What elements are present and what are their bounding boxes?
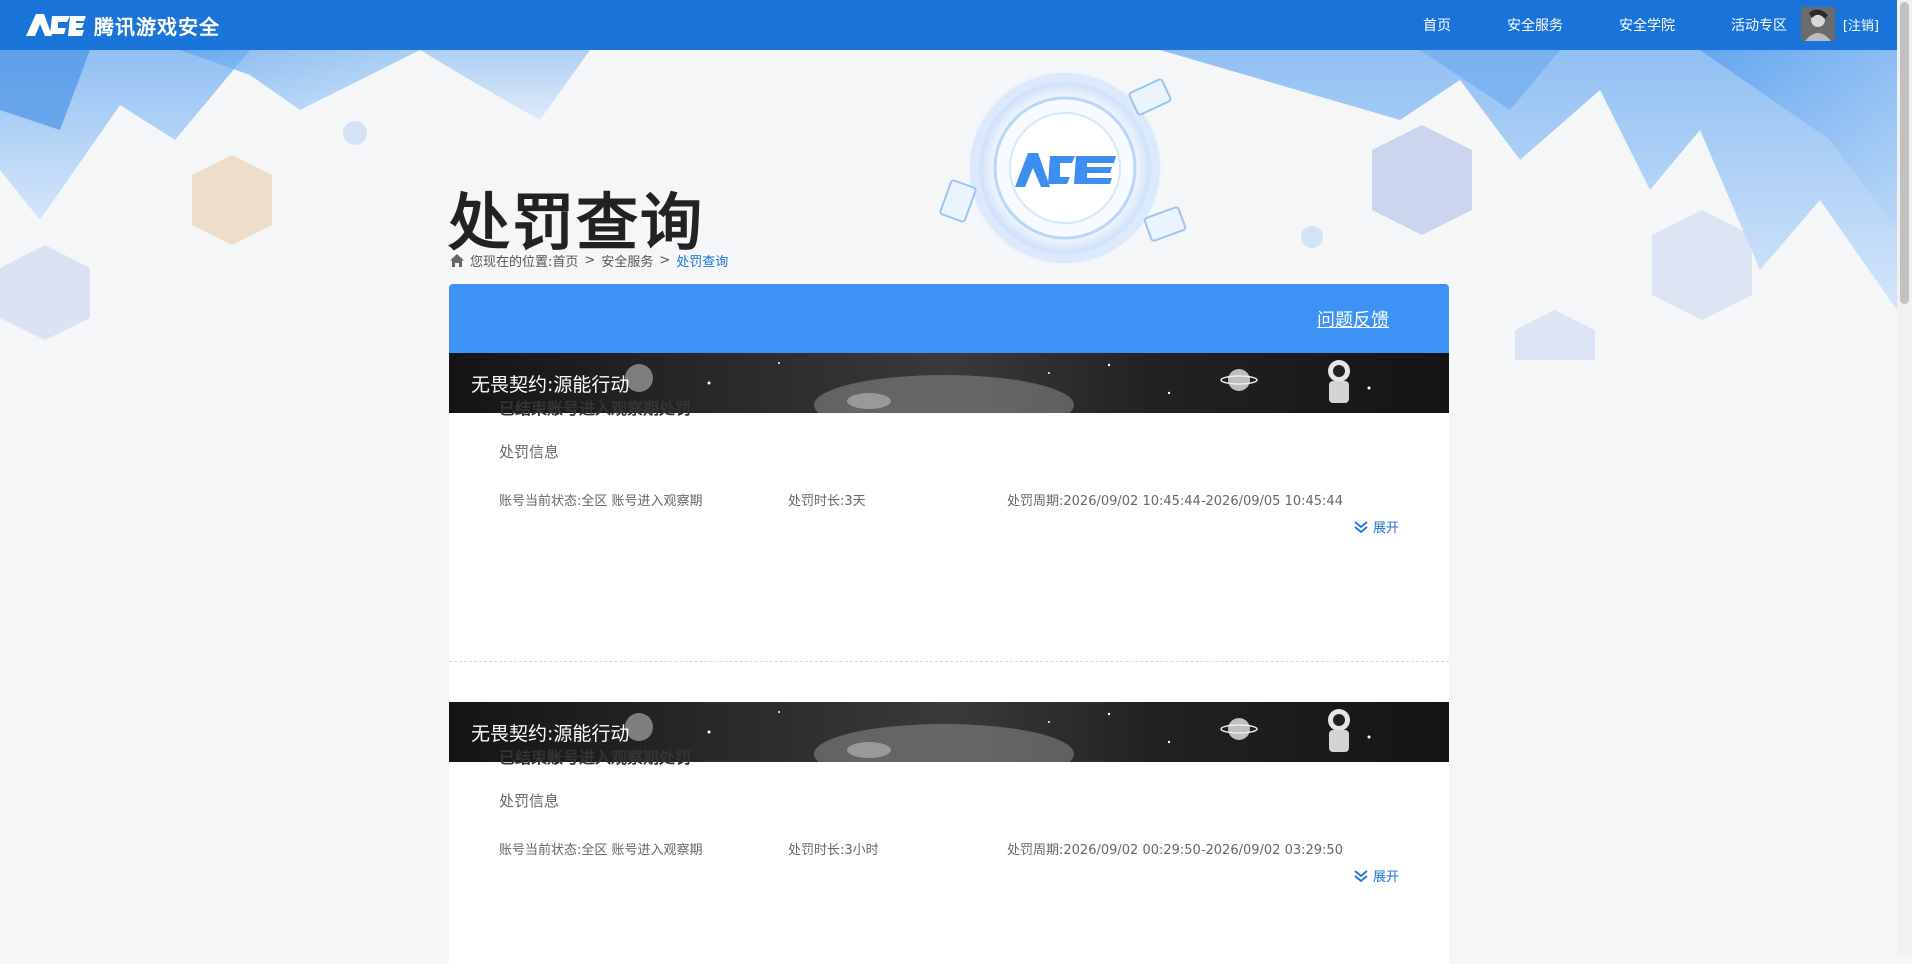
main-nav: 首页 安全服务 安全学院 活动专区 — [1367, 0, 1787, 50]
game-name: 无畏契约:源能行动 — [471, 374, 630, 396]
feedback-link[interactable]: 问题反馈 — [1317, 306, 1389, 332]
scrollbar-thumb[interactable] — [1900, 2, 1909, 304]
penalty-panel: 问题反馈 无畏契约:源能行动 已结束账号进入观察期处罚 处罚信息 账号当前状态:… — [449, 284, 1449, 964]
game-name: 无畏契约:源能行动 — [471, 723, 630, 745]
nav-security-service[interactable]: 安全服务 — [1507, 15, 1563, 35]
top-navbar: 腾讯游戏安全 首页 安全服务 安全学院 活动专区 [注销] — [0, 0, 1897, 50]
expand-button[interactable]: 展开 — [1353, 517, 1399, 536]
record-status: 账号当前状态:全区 账号进入观察期 — [499, 494, 703, 509]
home-icon — [450, 254, 464, 267]
record-title: 已结束账号进入观察期处罚 — [499, 399, 692, 418]
expand-button[interactable]: 展开 — [1353, 866, 1399, 885]
breadcrumb-prefix: 您现在的位置: — [470, 255, 553, 270]
panel-header: 问题反馈 — [449, 284, 1449, 353]
breadcrumb-current: 处罚查询 — [676, 255, 729, 270]
chevron-double-down-icon — [1354, 869, 1368, 882]
record-status: 账号当前状态:全区 账号进入观察期 — [499, 843, 703, 858]
brand-name: 腾讯游戏安全 — [94, 14, 220, 39]
avatar[interactable] — [1800, 7, 1835, 41]
nav-home[interactable]: 首页 — [1423, 15, 1451, 35]
breadcrumb-separator: > — [659, 253, 671, 268]
record-subtitle: 处罚信息 — [499, 792, 560, 810]
nav-events[interactable]: 活动专区 — [1731, 15, 1787, 35]
penalty-record: 无畏契约:源能行动 已结束账号进入观察期处罚 处罚信息 账号当前状态:全区 账号… — [449, 353, 1449, 662]
record-spacer — [449, 662, 1449, 702]
site-logo[interactable]: 腾讯游戏安全 — [24, 10, 220, 40]
nav-security-academy[interactable]: 安全学院 — [1619, 15, 1675, 35]
record-duration: 处罚时长:3小时 — [788, 843, 879, 858]
page-scrollbar[interactable] — [1897, 0, 1912, 956]
breadcrumb-separator: > — [584, 253, 596, 268]
record-subtitle: 处罚信息 — [499, 443, 560, 461]
record-duration: 处罚时长:3天 — [788, 494, 866, 509]
breadcrumb-security-service[interactable]: 安全服务 — [601, 251, 653, 270]
record-period: 处罚周期:2026/09/02 10:45:44-2026/09/05 10:4… — [1007, 494, 1343, 509]
expand-label: 展开 — [1372, 870, 1399, 885]
user-area: [注销] — [1800, 7, 1879, 41]
logout-link[interactable]: [注销] — [1843, 15, 1879, 34]
breadcrumb: 您现在的位置: 首页 > 安全服务 > 处罚查询 — [449, 251, 728, 270]
penalty-record: 无畏契约:源能行动 已结束账号进入观察期处罚 处罚信息 账号当前状态:全区 账号… — [449, 702, 1449, 964]
ace-logo-icon — [26, 14, 86, 36]
expand-label: 展开 — [1372, 521, 1399, 536]
record-period: 处罚周期:2026/09/02 00:29:50-2026/09/02 03:2… — [1007, 843, 1343, 858]
page-title: 处罚查询 — [448, 185, 705, 259]
chevron-double-down-icon — [1354, 520, 1368, 533]
record-title: 已结束账号进入观察期处罚 — [499, 748, 692, 767]
breadcrumb-home[interactable]: 首页 — [552, 251, 578, 270]
